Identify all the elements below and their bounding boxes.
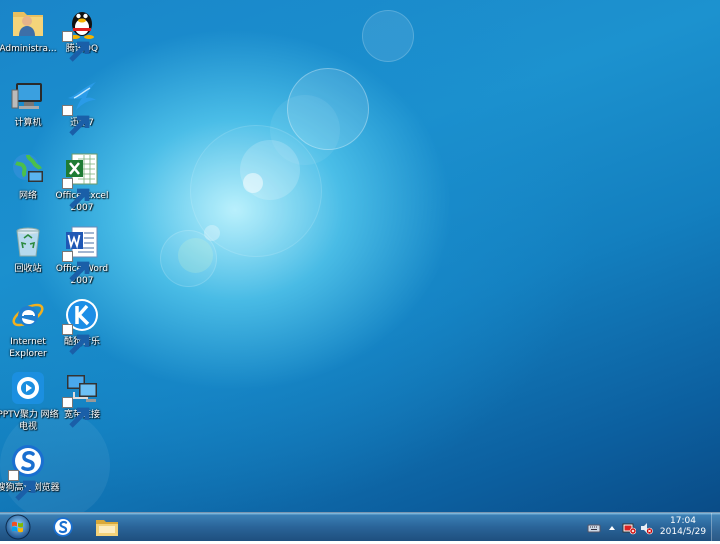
broadband-connection-icon [62, 370, 100, 428]
desktop-icon-word[interactable]: Office Word 2007 [47, 224, 117, 287]
internet-explorer-icon [10, 297, 46, 333]
kugou-icon [62, 297, 100, 355]
user-folder-icon [10, 4, 46, 40]
clock-date: 2014/5/29 [659, 527, 707, 537]
taskbar-sogou-browser-button[interactable] [44, 514, 82, 540]
thunder-bird-icon [62, 78, 100, 136]
desktop-icon-broadband[interactable]: 宽带连接 [47, 370, 117, 428]
qq-penguin-icon [62, 4, 100, 62]
recycle-bin-icon [10, 224, 46, 260]
word-icon [62, 224, 100, 282]
clock-time: 17:04 [670, 516, 696, 526]
show-hidden-icons-arrow[interactable] [605, 520, 619, 534]
start-button[interactable] [4, 514, 32, 540]
taskbar-explorer-button[interactable] [88, 514, 126, 540]
volume-muted-icon[interactable] [639, 520, 653, 535]
keyboard-icon[interactable] [587, 520, 601, 534]
network-globe-icon [10, 151, 46, 187]
desktop-icon-sogou-browser[interactable]: 搜狗高速浏览器 [0, 443, 63, 501]
taskbar: 17:04 2014/5/29 [0, 512, 720, 541]
desktop-icon-excel[interactable]: Office Excel 2007 [47, 151, 117, 214]
sogou-browser-icon [52, 516, 74, 538]
excel-icon [62, 151, 100, 209]
desktop-icon-kugou[interactable]: 酷狗音乐 [47, 297, 117, 355]
show-desktop-button[interactable] [711, 513, 720, 541]
clock[interactable]: 17:04 2014/5/29 [656, 516, 710, 538]
desktop-icon-thunder[interactable]: 迅雷7 [47, 78, 117, 136]
pptv-icon [10, 370, 46, 406]
sogou-browser-icon [8, 443, 46, 501]
desktop-icon-qq[interactable]: 腾讯QQ [47, 4, 117, 62]
folder-icon [95, 516, 119, 538]
flag-icon[interactable] [622, 520, 637, 535]
desktop[interactable]: Administra... 计算机 网络 回收站 Internet Explor… [0, 0, 720, 512]
computer-icon [10, 78, 46, 114]
